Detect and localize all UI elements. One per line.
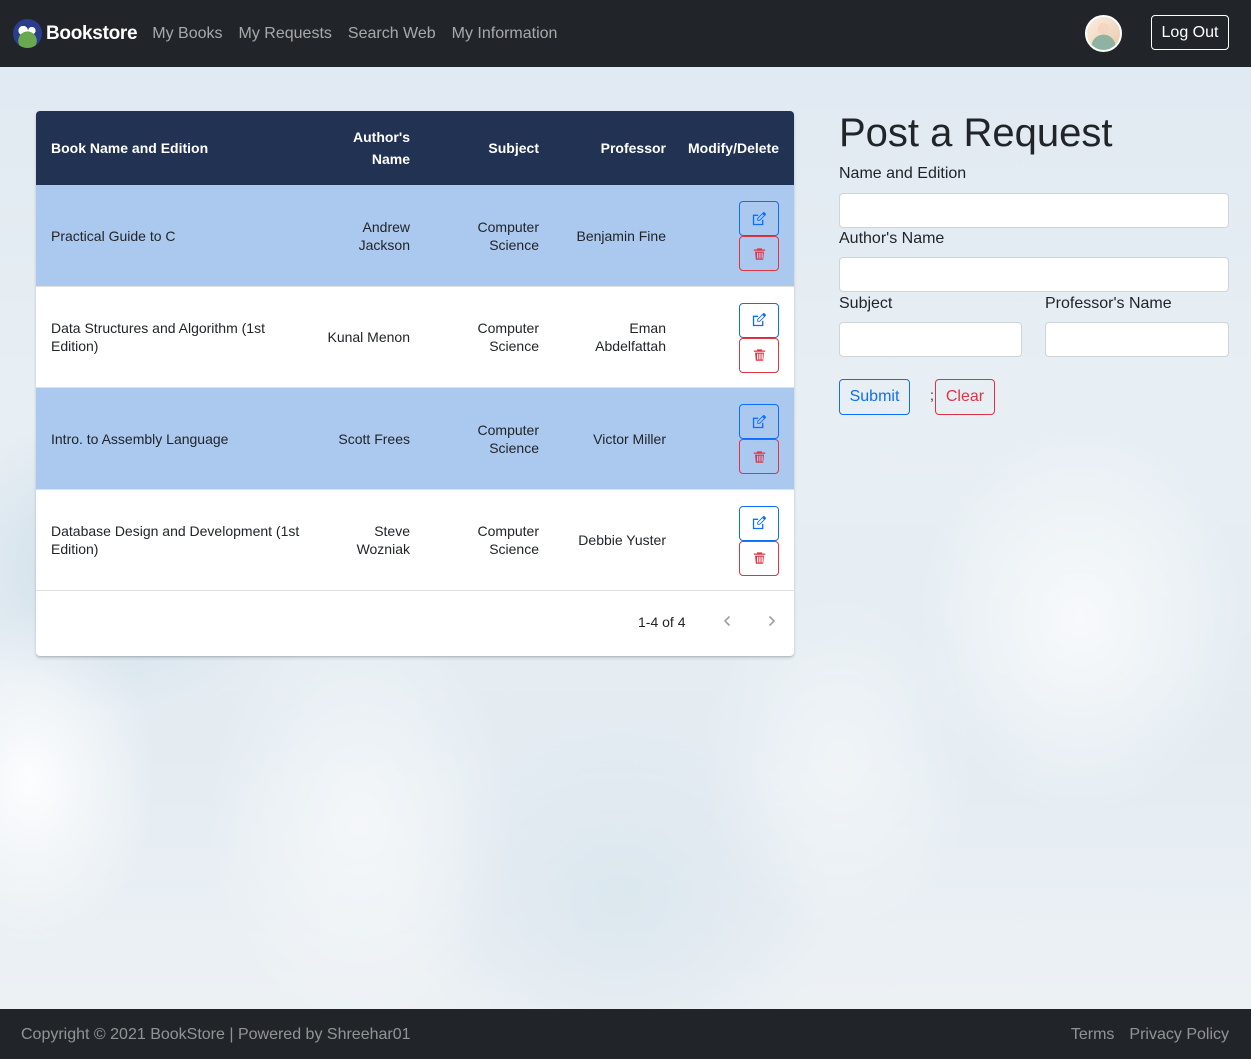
cell-author: Steve Wozniak (356, 523, 410, 558)
nav-links: My Books My Requests Search Web My Infor… (152, 25, 573, 43)
trash-icon (753, 349, 765, 361)
chevron-right-icon[interactable] (762, 611, 782, 631)
footer-link-terms[interactable]: Terms (1071, 1026, 1115, 1044)
copyright-text: Copyright © 2021 BookStore | Powered by … (21, 1026, 411, 1043)
table-row: Data Structures and Algorithm (1st Editi… (36, 286, 794, 388)
cell-professor: Eman Abdelfattah (595, 320, 666, 355)
trash-icon (753, 450, 765, 463)
cell-author: Andrew Jackson (358, 218, 410, 253)
row-actions (739, 201, 779, 271)
header-actions: Modify/Delete (687, 140, 779, 156)
cell-author: Scott Frees (338, 430, 410, 447)
submit-button[interactable]: Submit (839, 379, 910, 415)
table-row: Database Design and Development (1st Edi… (36, 489, 794, 591)
pencil-square-icon (752, 516, 766, 530)
name-label: Name and Edition (839, 165, 967, 182)
cell-book: Data Structures and Algorithm (1st Editi… (51, 320, 265, 355)
pagination: 1-4 of 4 (36, 591, 794, 656)
delete-button[interactable] (739, 439, 779, 474)
pagination-label: 1-4 of 4 (638, 614, 686, 630)
pencil-square-icon (752, 313, 766, 327)
header-subject[interactable]: Subject (439, 139, 539, 157)
cell-subject: Computer Science (477, 421, 539, 456)
requests-table: Book Name and Edition Author's Name Subj… (36, 111, 794, 656)
cell-subject: Computer Science (477, 523, 539, 558)
cell-book: Database Design and Development (1st Edi… (51, 523, 300, 558)
table-row: Intro. to Assembly Language Scott Frees … (36, 388, 794, 490)
header-book[interactable]: Book Name and Edition (51, 139, 301, 157)
header-author[interactable]: Author's Name (330, 126, 410, 170)
separator-text: ; (930, 387, 934, 403)
header-professor[interactable]: Professor (556, 139, 666, 157)
row-actions (739, 404, 779, 474)
post-request-form: Post a Request Name and Edition Author's… (839, 111, 1229, 415)
delete-button[interactable] (739, 337, 779, 373)
row-actions (739, 505, 779, 576)
user-avatar[interactable] (1085, 15, 1122, 52)
nav-link-my-information[interactable]: My Information (452, 25, 558, 43)
subject-input[interactable] (839, 322, 1022, 357)
author-label: Author's Name (839, 230, 945, 247)
professor-label: Professor's Name (1045, 295, 1172, 312)
row-actions (739, 302, 779, 373)
author-input[interactable] (839, 257, 1229, 292)
clear-button[interactable]: Clear (935, 379, 995, 415)
delete-button[interactable] (739, 236, 779, 271)
trash-icon (753, 552, 765, 564)
delete-button[interactable] (739, 540, 779, 576)
form-title: Post a Request (839, 111, 1113, 155)
table-row: Practical Guide to C Andrew Jackson Comp… (36, 185, 794, 287)
chevron-left-icon[interactable] (717, 611, 737, 631)
cell-professor: Benjamin Fine (576, 227, 667, 244)
top-navbar: Bookstore My Books My Requests Search We… (0, 0, 1251, 67)
cell-professor: Victor Miller (593, 430, 666, 447)
pencil-square-icon (752, 211, 766, 225)
nav-link-search-web[interactable]: Search Web (348, 25, 436, 43)
cell-subject: Computer Science (477, 320, 539, 355)
edit-button[interactable] (739, 404, 779, 439)
cell-book: Intro. to Assembly Language (51, 430, 229, 447)
subject-label: Subject (839, 295, 893, 312)
cell-author: Kunal Menon (327, 329, 410, 346)
edit-button[interactable] (739, 302, 779, 338)
nav-link-my-books[interactable]: My Books (152, 25, 222, 43)
logout-button[interactable]: Log Out (1151, 15, 1229, 50)
brand-name: Bookstore (46, 22, 138, 44)
brand[interactable]: Bookstore (13, 19, 138, 48)
edit-button[interactable] (739, 201, 779, 236)
table-header: Book Name and Edition Author's Name Subj… (36, 111, 794, 185)
trash-icon (753, 247, 765, 260)
globe-logo-icon (13, 19, 42, 48)
edit-button[interactable] (739, 505, 779, 541)
name-input[interactable] (839, 193, 1229, 228)
cell-book: Practical Guide to C (51, 227, 176, 244)
footer-links: Terms Privacy Policy (1056, 1026, 1229, 1044)
footer-link-privacy[interactable]: Privacy Policy (1129, 1026, 1229, 1044)
cell-subject: Computer Science (477, 218, 539, 253)
professor-input[interactable] (1045, 322, 1229, 357)
pencil-square-icon (752, 414, 766, 428)
cell-professor: Debbie Yuster (578, 532, 666, 549)
footer: Copyright © 2021 BookStore | Powered by … (0, 1009, 1251, 1059)
nav-link-my-requests[interactable]: My Requests (239, 25, 332, 43)
